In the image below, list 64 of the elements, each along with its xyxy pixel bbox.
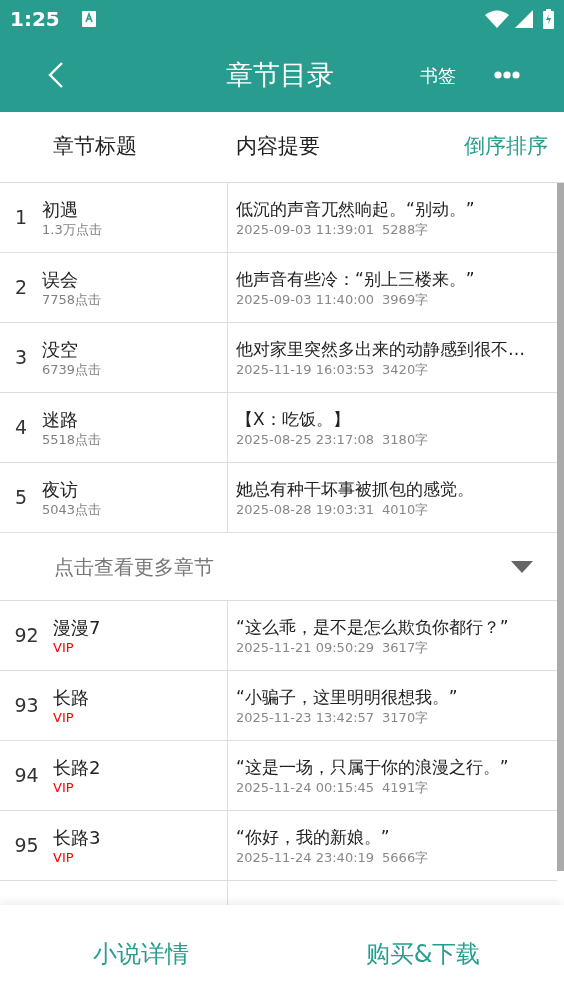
chapter-date: 2025-11-23 13:42:57 — [236, 708, 375, 727]
chapter-summary: “这是一场，只属于你的浪漫之行。” — [236, 755, 510, 779]
chapter-number: 92 — [13, 623, 40, 649]
chapter-date: 2025-11-21 09:50:29 — [236, 638, 375, 657]
chapter-number: 3 — [13, 345, 29, 371]
chapter-title: 长路 — [53, 685, 89, 710]
chapter-title: 误会 — [42, 267, 79, 292]
click-count: 1.3万点击 — [42, 221, 102, 238]
chapter-summary: “小骗子，这里明明很想我。” — [236, 685, 459, 709]
page-title: 章节目录 — [226, 57, 334, 92]
chapter-title: 漫漫7 — [53, 615, 101, 640]
word-count: 3617字 — [382, 638, 429, 657]
chapter-summary: 她总有种干坏事被抓包的感觉。 — [236, 477, 475, 501]
chapter-number: 1 — [13, 205, 29, 231]
word-count: 3420字 — [382, 360, 429, 379]
word-count: 4191字 — [382, 778, 429, 797]
chapter-number: 5 — [13, 485, 29, 511]
vip-label: VIP — [53, 849, 75, 866]
chapter-title: 夜访 — [42, 477, 79, 502]
chapter-summary: 他对家里突然多出来的动静感到很不… — [236, 337, 526, 361]
back-icon — [48, 61, 64, 89]
chapter-number: 95 — [13, 833, 40, 859]
word-count: 5666字 — [382, 848, 429, 867]
chapter-summary: 低沉的声音兀然响起。“别动。” — [236, 197, 476, 221]
status-time: 1:25 — [10, 6, 60, 33]
click-count: 5043点击 — [42, 501, 102, 518]
more-icon — [494, 71, 520, 79]
chapter-date: 2025-11-24 00:15:45 — [236, 778, 375, 797]
word-count: 3170字 — [382, 708, 429, 727]
column-header: 内容提要 — [236, 133, 320, 161]
chapter-summary: “这么乖，是不是怎么欺负你都行？” — [236, 615, 510, 639]
chapter-date: 2025-09-03 11:39:01 — [236, 220, 375, 239]
column-header: 章节标题 — [53, 133, 137, 161]
word-count: 4010字 — [382, 500, 429, 519]
chapter-number: 2 — [13, 275, 29, 301]
wifi-icon — [485, 10, 509, 28]
word-count: 3969字 — [382, 290, 429, 309]
vip-label: VIP — [53, 779, 75, 796]
signal-icon — [515, 10, 533, 28]
chapter-summary: “你好，我的新娘。” — [236, 825, 391, 849]
word-count: 3180字 — [382, 430, 429, 449]
word-count: 5288字 — [382, 220, 429, 239]
chapter-title: 迷路 — [42, 407, 79, 432]
battery-icon — [543, 9, 554, 29]
chapter-title: 长路2 — [53, 755, 101, 780]
vip-label: VIP — [53, 709, 75, 726]
chapter-number: 4 — [13, 415, 29, 441]
chapter-date: 2025-09-03 11:40:00 — [236, 290, 375, 309]
chapter-title: 没空 — [42, 337, 79, 362]
chapter-date: 2025-08-28 19:03:31 — [236, 500, 375, 519]
keyboard-app-icon — [81, 11, 96, 27]
vip-label: VIP — [53, 639, 75, 656]
chapter-date: 2025-11-19 16:03:53 — [236, 360, 375, 379]
click-count: 5518点击 — [42, 431, 102, 448]
chapter-title: 初遇 — [42, 197, 79, 222]
click-count: 7758点击 — [42, 291, 102, 308]
chapter-title: 长路3 — [53, 825, 101, 850]
chapter-number: 93 — [13, 693, 40, 719]
chapter-summary: 他声音有些冷：“别上三楼来。” — [236, 267, 476, 291]
click-count: 6739点击 — [42, 361, 102, 378]
chapter-summary: 【X：吃饭。】 — [236, 407, 351, 431]
chapter-date: 2025-08-25 23:17:08 — [236, 430, 375, 449]
chapter-date: 2025-11-24 23:40:19 — [236, 848, 375, 867]
chapter-number: 94 — [13, 763, 40, 789]
